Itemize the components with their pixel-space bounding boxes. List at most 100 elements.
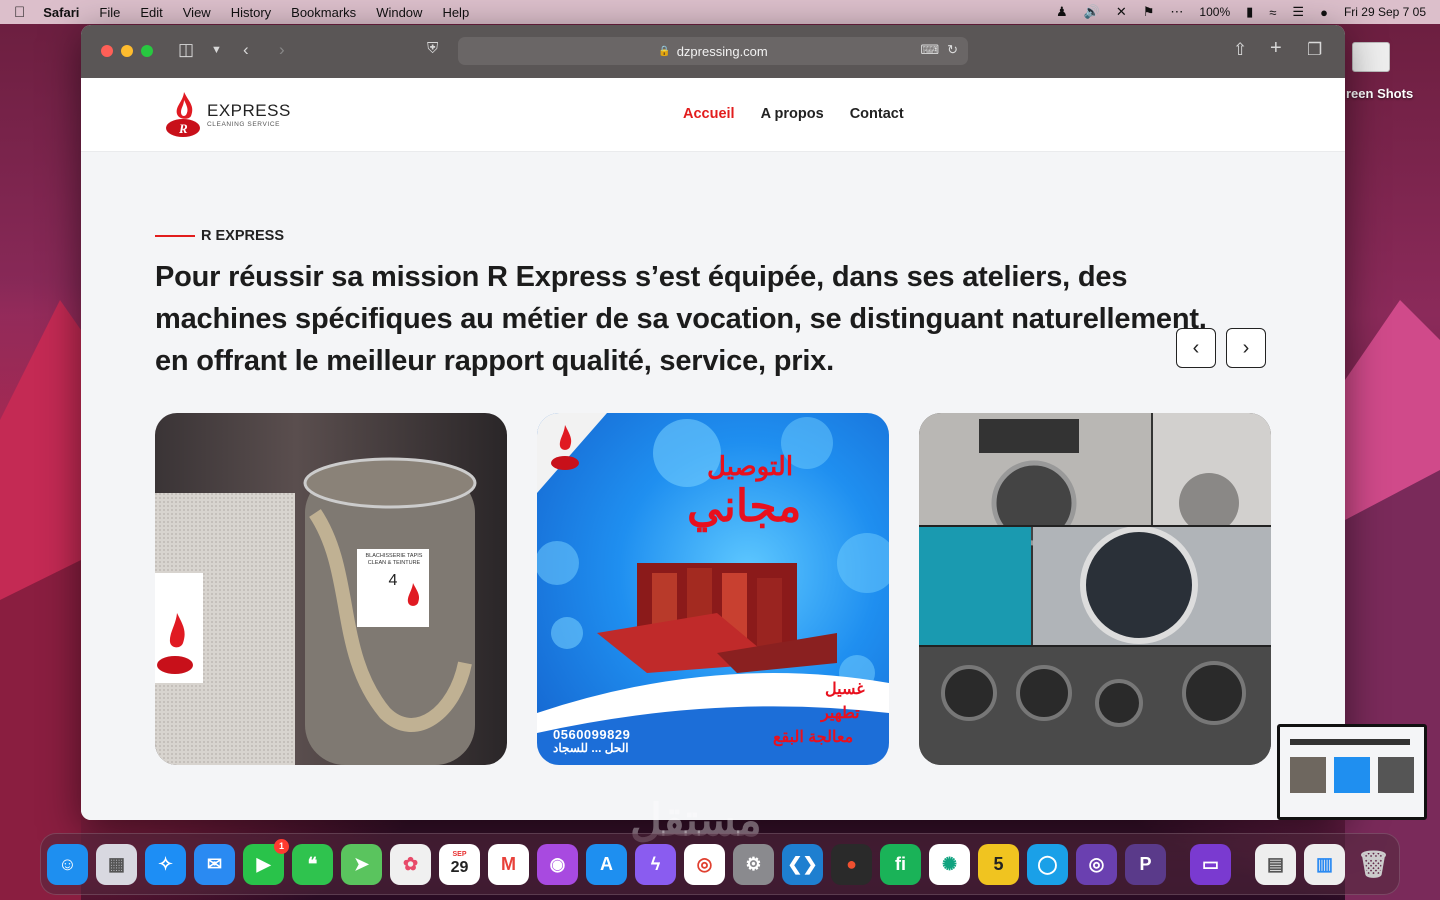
vscode-icon[interactable]: ❮❯ bbox=[782, 843, 823, 885]
tab-overview-icon[interactable]: ❐ bbox=[1307, 40, 1322, 60]
radar-app-icon[interactable]: ◎ bbox=[1076, 843, 1117, 885]
menu-file[interactable]: File bbox=[99, 5, 120, 20]
siri-icon[interactable]: ● bbox=[1320, 5, 1328, 20]
chatgpt-icon[interactable]: ✺ bbox=[929, 843, 970, 885]
url-text[interactable]: dzpressing.com bbox=[677, 44, 768, 59]
promo-slogan: الحل ... للسجاد bbox=[553, 741, 629, 755]
hero-section: R EXPRESS Pour réussir sa mission R Expr… bbox=[155, 228, 1275, 382]
address-bar[interactable]: 🔒 dzpressing.com ⌨ ↻ bbox=[458, 37, 968, 65]
carousel-card-promo[interactable]: التوصيل مجاني غسيل تطهير معالجة البقع 05… bbox=[537, 413, 889, 765]
screenshot-thumbnail[interactable] bbox=[1277, 724, 1427, 820]
chrome-icon[interactable]: ◎ bbox=[684, 843, 725, 885]
promo-service-wash: غسيل bbox=[825, 681, 865, 698]
carousel-card-carpets[interactable]: 4 BLACHISSERIE TAPIS CLEAN & TEINTURE bbox=[155, 413, 507, 765]
new-tab-icon[interactable]: + bbox=[1270, 37, 1282, 60]
menu-edit[interactable]: Edit bbox=[140, 5, 162, 20]
menu-status-area: ♟ 🔊 ✕ ⚑ ⋯ 100% ▮ ≈ ☰ ● Fri 29 Sep 7 05 bbox=[1056, 4, 1426, 20]
forward-icon[interactable]: › bbox=[279, 40, 285, 60]
control-center-icon[interactable]: ☰ bbox=[1292, 4, 1304, 20]
apple-icon[interactable]:  bbox=[14, 4, 25, 21]
back-icon[interactable]: ‹ bbox=[243, 40, 249, 60]
battery-icon[interactable]: ▮ bbox=[1246, 4, 1253, 20]
lock-icon: 🔒 bbox=[658, 45, 671, 57]
promo-title-free: مجاني bbox=[687, 482, 802, 531]
user-icon[interactable]: ♟ bbox=[1056, 4, 1068, 20]
promo-service-disinfect: تطهير bbox=[821, 705, 860, 722]
maps-icon[interactable]: ➤ bbox=[341, 843, 382, 885]
rolled-carpets-image: 4 bbox=[155, 457, 477, 765]
carousel-prev-button[interactable]: ‹ bbox=[1176, 328, 1216, 368]
svg-text:4: 4 bbox=[389, 572, 398, 589]
calendar-day: 29 bbox=[450, 859, 469, 876]
menu-bookmarks[interactable]: Bookmarks bbox=[291, 5, 356, 20]
share-icon[interactable]: ⇧ bbox=[1233, 40, 1247, 60]
browser-toolbar: ◫ ▼ ‹ › ⛨ 🔒 dzpressing.com ⌨ ↻ ⇧ + ❐ bbox=[81, 25, 1345, 78]
dock: ☺ ▦ ✧ ✉ ▶ 1 ❝ ➤ ✿ SEP 29 M ◉ A ϟ ◎ ⚙ ❮❯ ●… bbox=[40, 833, 1400, 895]
mail-icon[interactable]: ✉ bbox=[194, 843, 235, 885]
sidebar-icon[interactable]: ◫ bbox=[178, 40, 194, 60]
screen-shots-folder-label[interactable]: reen Shots bbox=[1346, 86, 1413, 101]
activity-icon[interactable]: ⋯ bbox=[1170, 4, 1183, 20]
wifi-icon[interactable]: ≈ bbox=[1269, 5, 1276, 20]
carousel-card-machines[interactable] bbox=[919, 413, 1271, 765]
logo-tagline: CLEANING SERVICE bbox=[207, 120, 281, 128]
eyebrow-text: R EXPRESS bbox=[201, 228, 284, 244]
menu-app-name[interactable]: Safari bbox=[43, 5, 79, 20]
close-window-button[interactable] bbox=[101, 45, 113, 57]
launchpad-icon[interactable]: ▦ bbox=[96, 843, 137, 885]
translate-icon[interactable]: ⌨ bbox=[920, 42, 939, 58]
promo-service-stains: معالجة البقع bbox=[773, 729, 854, 746]
calendar-icon[interactable]: SEP 29 bbox=[439, 843, 480, 885]
fiverr-icon[interactable]: fi bbox=[880, 843, 921, 885]
photos-icon[interactable]: ✿ bbox=[390, 843, 431, 885]
podcasts-icon[interactable]: ◉ bbox=[537, 843, 578, 885]
battery-percent: 100% bbox=[1199, 5, 1231, 19]
circle-app-icon[interactable]: ◯ bbox=[1027, 843, 1068, 885]
nav-accueil[interactable]: Accueil bbox=[683, 106, 735, 122]
logo-flame-icon: R bbox=[166, 92, 200, 137]
promo-phone: 0560099829 bbox=[553, 727, 631, 742]
menu-view[interactable]: View bbox=[183, 5, 211, 20]
messages-icon[interactable]: ❝ bbox=[292, 843, 333, 885]
webpage: R EXPRESS CLEANING SERVICE Accueil A pro… bbox=[81, 78, 1345, 820]
five-app-icon[interactable]: 5 bbox=[978, 843, 1019, 885]
menu-window[interactable]: Window bbox=[376, 5, 422, 20]
gmail-icon[interactable]: M bbox=[488, 843, 529, 885]
p-app-icon[interactable]: P bbox=[1125, 843, 1166, 885]
menu-help[interactable]: Help bbox=[442, 5, 469, 20]
menu-clock[interactable]: Fri 29 Sep 7 05 bbox=[1344, 5, 1426, 19]
nav-contact[interactable]: Contact bbox=[850, 106, 904, 122]
nav-a-propos[interactable]: A propos bbox=[761, 106, 824, 122]
calendar-month: SEP bbox=[452, 851, 467, 858]
chevron-left-icon: ‹ bbox=[1192, 336, 1200, 359]
system-settings-icon[interactable]: ⚙ bbox=[733, 843, 774, 885]
shield-icon[interactable]: ⛨ bbox=[427, 40, 438, 57]
screen-shots-folder-icon[interactable] bbox=[1352, 42, 1390, 72]
trash-icon[interactable]: 🗑 bbox=[1353, 844, 1394, 885]
minimize-window-button[interactable] bbox=[121, 45, 133, 57]
finder-icon[interactable]: ☺ bbox=[47, 843, 88, 885]
volume-icon[interactable]: 🔊 bbox=[1084, 4, 1100, 20]
record-app-icon[interactable]: ● bbox=[831, 843, 872, 885]
menu-history[interactable]: History bbox=[231, 5, 271, 20]
recent-window-icon[interactable]: ▤ bbox=[1255, 843, 1296, 885]
svg-text:R: R bbox=[178, 121, 188, 136]
drive-icon[interactable]: ▭ bbox=[1190, 843, 1231, 885]
chevron-down-icon[interactable]: ▼ bbox=[211, 44, 222, 56]
carousel-next-button[interactable]: › bbox=[1226, 328, 1266, 368]
messenger-icon[interactable]: ϟ bbox=[635, 843, 676, 885]
logo-brand: EXPRESS bbox=[207, 100, 291, 120]
facetime-badge: 1 bbox=[274, 838, 289, 854]
safari-window: ◫ ▼ ‹ › ⛨ 🔒 dzpressing.com ⌨ ↻ ⇧ + ❐ R E… bbox=[81, 25, 1345, 820]
bluetooth-icon[interactable]: ✕ bbox=[1116, 4, 1127, 20]
facetime-icon[interactable]: ▶ 1 bbox=[243, 838, 289, 885]
recent-window-2-icon[interactable]: ▥ bbox=[1304, 843, 1345, 885]
laundry-machines-image bbox=[919, 413, 1271, 765]
safari-icon[interactable]: ✧ bbox=[145, 843, 186, 885]
site-logo[interactable]: R EXPRESS CLEANING SERVICE bbox=[165, 90, 291, 138]
zoom-window-button[interactable] bbox=[141, 45, 153, 57]
site-header: R EXPRESS CLEANING SERVICE Accueil A pro… bbox=[81, 78, 1345, 151]
flag-icon[interactable]: ⚑ bbox=[1143, 4, 1155, 20]
reload-icon[interactable]: ↻ bbox=[947, 42, 958, 58]
app-store-icon[interactable]: A bbox=[586, 843, 627, 885]
